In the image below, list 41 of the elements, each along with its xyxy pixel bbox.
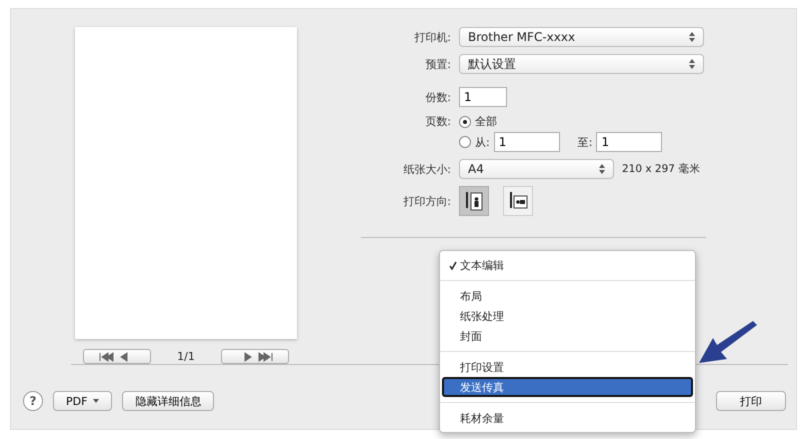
field-label: 页数: <box>424 114 451 129</box>
help-button[interactable]: ? <box>23 391 43 411</box>
portrait-button[interactable] <box>459 186 489 216</box>
popup-menu[interactable]: 默认设置 <box>459 54 704 74</box>
field-label: 打印机: <box>413 30 451 44</box>
radio-button[interactable] <box>459 136 471 148</box>
field-label: 份数: <box>424 90 451 104</box>
print-button[interactable]: 打印 <box>716 391 786 411</box>
landscape-button[interactable] <box>503 186 533 216</box>
menu-item[interactable]: 文本编辑 <box>442 255 693 275</box>
menu-item[interactable]: 布局 <box>442 286 693 306</box>
field-label: 打印方向: <box>402 194 451 208</box>
checkmark-icon <box>449 260 457 270</box>
radio-label: 全部 <box>475 114 497 129</box>
menu-item[interactable]: 打印设置 <box>442 357 693 377</box>
field-label: 至: <box>578 134 592 150</box>
pdf-button[interactable]: PDF <box>53 391 112 411</box>
from-field[interactable]: 1 <box>494 132 560 152</box>
hide-details-button[interactable]: 隐藏详细信息 <box>122 391 214 411</box>
pointer-arrow <box>699 321 759 363</box>
copies-field[interactable]: 1 <box>459 87 507 107</box>
caret-icon <box>93 399 100 403</box>
field-label: 纸张大小: <box>402 162 451 176</box>
menu-item[interactable]: 发送传真 <box>442 377 693 397</box>
popup-menu[interactable]: Brother MFC-xxxx <box>459 27 704 47</box>
to-field[interactable]: 1 <box>596 132 662 152</box>
radio-label: 从: <box>475 134 490 150</box>
first-previous-page-button[interactable] <box>83 349 152 364</box>
updown-icon <box>689 59 695 69</box>
menu-item[interactable]: 纸张处理 <box>442 306 693 326</box>
paper-size-popup[interactable]: A4 <box>459 159 614 179</box>
updown-icon <box>599 164 605 174</box>
field-label: 预置: <box>424 56 451 72</box>
menu-item[interactable]: 封面 <box>442 326 693 346</box>
paper-dimensions: 210 x 297 毫米 <box>622 162 700 176</box>
radio-button[interactable] <box>459 116 471 128</box>
menu-item[interactable]: 耗材余量 <box>442 408 693 428</box>
page-indicator: 1/1 <box>177 350 195 363</box>
portrait-page-icon <box>464 190 484 212</box>
updown-icon <box>689 32 695 42</box>
next-last-page-button[interactable] <box>220 349 289 364</box>
